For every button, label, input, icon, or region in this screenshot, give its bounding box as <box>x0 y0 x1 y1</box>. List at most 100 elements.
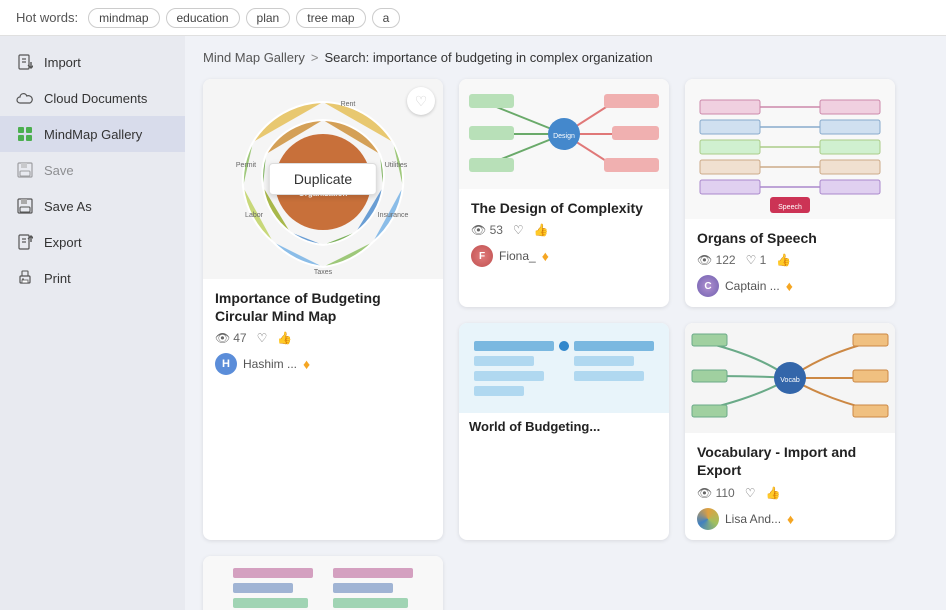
thumbs-icon: 👍 <box>277 331 292 345</box>
card5-title: Vocabulary - Import and Export <box>697 443 883 479</box>
card5-avatar <box>697 508 719 530</box>
card1-avatar: H <box>215 353 237 375</box>
card-complexity: Design The Design of Complexity 👁 53 ♡ 👍… <box>459 79 669 307</box>
card2-body: The Design of Complexity 👁 53 ♡ 👍 F Fion… <box>459 189 669 277</box>
card5-author: Lisa And... ♦ <box>697 508 883 530</box>
card2-pro-badge: ♦ <box>542 248 549 264</box>
card3-avatar: C <box>697 275 719 297</box>
card2-stats: 👁 53 ♡ 👍 <box>471 223 657 237</box>
tag-a[interactable]: a <box>372 8 401 28</box>
card-capital-budgeting: Capital Budgeting Education Mind Map 👁 6… <box>203 556 443 610</box>
card1-views: 👁 47 <box>215 331 247 345</box>
card1-thumbs[interactable]: 👍 <box>277 331 292 345</box>
card5-likes[interactable]: ♡ <box>745 486 756 500</box>
views-icon: 👁 <box>215 331 230 345</box>
card4-thumbnail <box>459 323 669 413</box>
card5-pro-badge: ♦ <box>787 511 794 527</box>
svg-text:Taxes: Taxes <box>314 269 333 276</box>
svg-text:Vocab: Vocab <box>780 377 800 384</box>
print-icon <box>16 269 34 287</box>
card3-body: Organs of Speech 👁 122 ♡ 1 👍 C Captain .… <box>685 219 895 307</box>
card5-stats: 👁 110 ♡ 👍 <box>697 486 883 500</box>
breadcrumb-separator: > <box>311 50 319 65</box>
card2-title: The Design of Complexity <box>471 199 657 217</box>
saveas-icon <box>16 197 34 215</box>
card5-thumbs[interactable]: 👍 <box>765 486 780 500</box>
tag-treemap[interactable]: tree map <box>296 8 365 28</box>
card1-pro-badge: ♦ <box>303 356 310 372</box>
cloud-icon <box>16 89 34 107</box>
hot-words-label: Hot words: <box>16 10 78 25</box>
card1-title: Importance of Budgeting Circular Mind Ma… <box>215 289 431 325</box>
card3-likes[interactable]: ♡ 1 <box>746 253 767 267</box>
card1-stats: 👁 47 ♡ 👍 <box>215 331 431 345</box>
card2-views: 👁 53 <box>471 223 503 237</box>
sidebar-item-save[interactable]: Save <box>0 152 185 188</box>
gallery-icon <box>16 125 34 143</box>
card1-body: Importance of Budgeting Circular Mind Ma… <box>203 279 443 385</box>
sidebar-cloud-label: Cloud Documents <box>44 91 147 106</box>
card2-likes[interactable]: ♡ <box>513 223 524 237</box>
main-layout: Import Cloud Documents MindMap Gallery <box>0 36 946 610</box>
sidebar: Import Cloud Documents MindMap Gallery <box>0 36 185 610</box>
card5-views: 👁 110 <box>697 486 735 500</box>
content-area: Mind Map Gallery > Search: importance of… <box>185 36 946 610</box>
svg-text:Utilities: Utilities <box>385 162 408 169</box>
card-world-budgeting: World of Budgeting... <box>459 323 669 539</box>
card1-author-name: Hashim ... <box>243 357 297 371</box>
sidebar-item-import[interactable]: Import <box>0 44 185 80</box>
card-budgeting-circular: Importance of Budgeting in Complex Organ… <box>203 79 443 540</box>
sidebar-saveas-label: Save As <box>44 199 92 214</box>
card3-thumbs[interactable]: 👍 <box>776 253 791 267</box>
card3-thumbnail: Speech <box>685 79 895 219</box>
sidebar-item-cloud[interactable]: Cloud Documents <box>0 80 185 116</box>
svg-text:Design: Design <box>553 133 575 140</box>
card-organs: Speech Organs of Speech 👁 122 ♡ 1 👍 C Ca… <box>685 79 895 307</box>
svg-text:Speech: Speech <box>778 204 802 211</box>
card5-author-name: Lisa And... <box>725 512 781 526</box>
card2-author-name: Fiona_ <box>499 249 536 263</box>
breadcrumb-root[interactable]: Mind Map Gallery <box>203 50 305 65</box>
svg-text:Permit: Permit <box>236 162 256 169</box>
sidebar-item-saveas[interactable]: Save As <box>0 188 185 224</box>
card3-stats: 👁 122 ♡ 1 👍 <box>697 253 883 267</box>
card4-title: World of Budgeting... <box>469 419 659 436</box>
svg-text:Rent: Rent <box>341 101 356 108</box>
card6-thumbnail <box>203 556 443 610</box>
svg-text:Labor: Labor <box>245 212 264 219</box>
sidebar-item-print[interactable]: Print <box>0 260 185 296</box>
sidebar-item-export[interactable]: Export <box>0 224 185 260</box>
card3-author-name: Captain ... <box>725 279 780 293</box>
sidebar-save-label: Save <box>44 163 74 178</box>
tag-plan[interactable]: plan <box>246 8 291 28</box>
card2-thumbnail: Design <box>459 79 669 189</box>
import-icon <box>16 53 34 71</box>
breadcrumb-current: Search: importance of budgeting in compl… <box>324 50 652 65</box>
export-icon <box>16 233 34 251</box>
card3-pro-badge: ♦ <box>786 278 793 294</box>
card3-title: Organs of Speech <box>697 229 883 247</box>
card3-views: 👁 122 <box>697 253 736 267</box>
sidebar-print-label: Print <box>44 271 71 286</box>
save-icon <box>16 161 34 179</box>
top-bar: Hot words: mindmap education plan tree m… <box>0 0 946 36</box>
gallery-grid: Importance of Budgeting in Complex Organ… <box>203 79 928 610</box>
card-vocabulary: Vocab Vocabulary - Import and Export 👁 1… <box>685 323 895 539</box>
tag-education[interactable]: education <box>166 8 240 28</box>
card3-author: C Captain ... ♦ <box>697 275 883 297</box>
svg-text:Insurance: Insurance <box>378 212 409 219</box>
sidebar-item-gallery[interactable]: MindMap Gallery <box>0 116 185 152</box>
heart-icon: ♡ <box>257 331 268 345</box>
sidebar-import-label: Import <box>44 55 81 70</box>
card4-body: World of Budgeting... <box>459 413 669 448</box>
card5-thumbnail: Vocab <box>685 323 895 433</box>
card1-author: H Hashim ... ♦ <box>215 353 431 375</box>
card1-heart-button[interactable]: ♡ <box>407 87 435 115</box>
card2-avatar: F <box>471 245 493 267</box>
card1-likes[interactable]: ♡ <box>257 331 268 345</box>
card1-thumbnail: Importance of Budgeting in Complex Organ… <box>203 79 443 279</box>
card2-thumbs[interactable]: 👍 <box>534 223 549 237</box>
duplicate-button[interactable]: Duplicate <box>269 163 377 195</box>
tag-mindmap[interactable]: mindmap <box>88 8 159 28</box>
sidebar-export-label: Export <box>44 235 82 250</box>
